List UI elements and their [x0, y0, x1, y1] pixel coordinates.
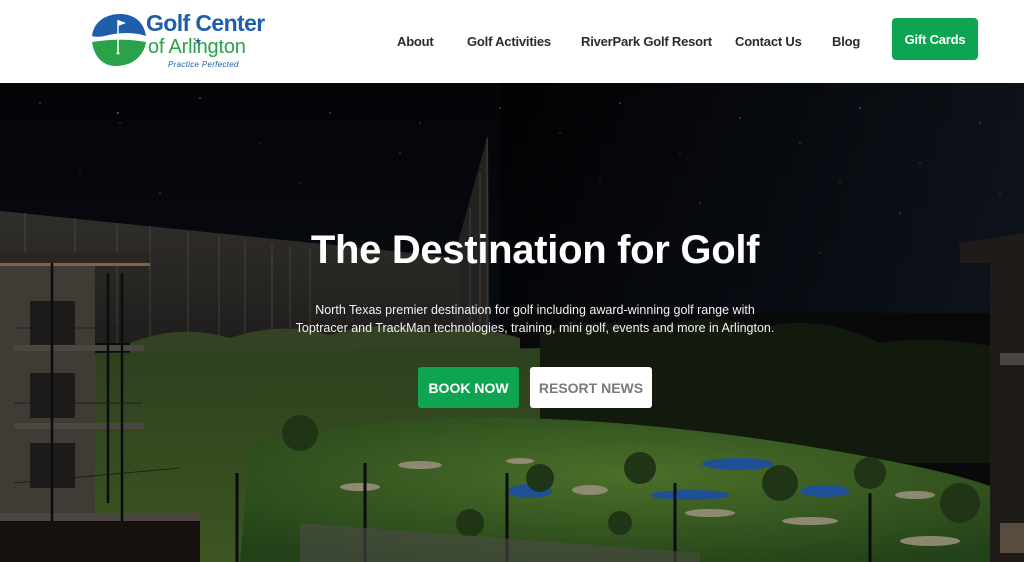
star-icon: ★ — [194, 36, 203, 46]
nav-item-blog[interactable]: Blog — [832, 34, 860, 49]
hero-description: North Texas premier destination for golf… — [0, 301, 1024, 337]
site-header: Golf Center of Arlington ★ Practice Perf… — [0, 0, 1024, 83]
gift-cards-button[interactable]: Gift Cards — [892, 18, 978, 60]
hero-description-line-2: Toptracer and TrackMan technologies, tra… — [295, 321, 775, 335]
site-logo[interactable]: Golf Center of Arlington ★ Practice Perf… — [90, 10, 265, 72]
nav-item-golf-activities[interactable]: Golf Activities — [467, 34, 551, 49]
hero-title: The Destination for Golf — [310, 228, 760, 272]
hero-description-line-1: North Texas premier destination for golf… — [315, 303, 755, 317]
resort-news-button[interactable]: RESORT NEWS — [530, 367, 652, 408]
nav-item-contact-us[interactable]: Contact Us — [735, 34, 802, 49]
nav-item-about[interactable]: About — [397, 34, 434, 49]
nav-item-riverpark-golf-resort[interactable]: RiverPark Golf Resort — [581, 34, 712, 49]
logo-text-primary: Golf Center — [146, 10, 265, 36]
golf-flag-logo-icon — [92, 14, 146, 66]
hero-section: The Destination for Golf North Texas pre… — [0, 83, 1024, 562]
logo-tagline: Practice Perfected — [168, 60, 239, 69]
book-now-button[interactable]: BOOK NOW — [418, 367, 519, 408]
